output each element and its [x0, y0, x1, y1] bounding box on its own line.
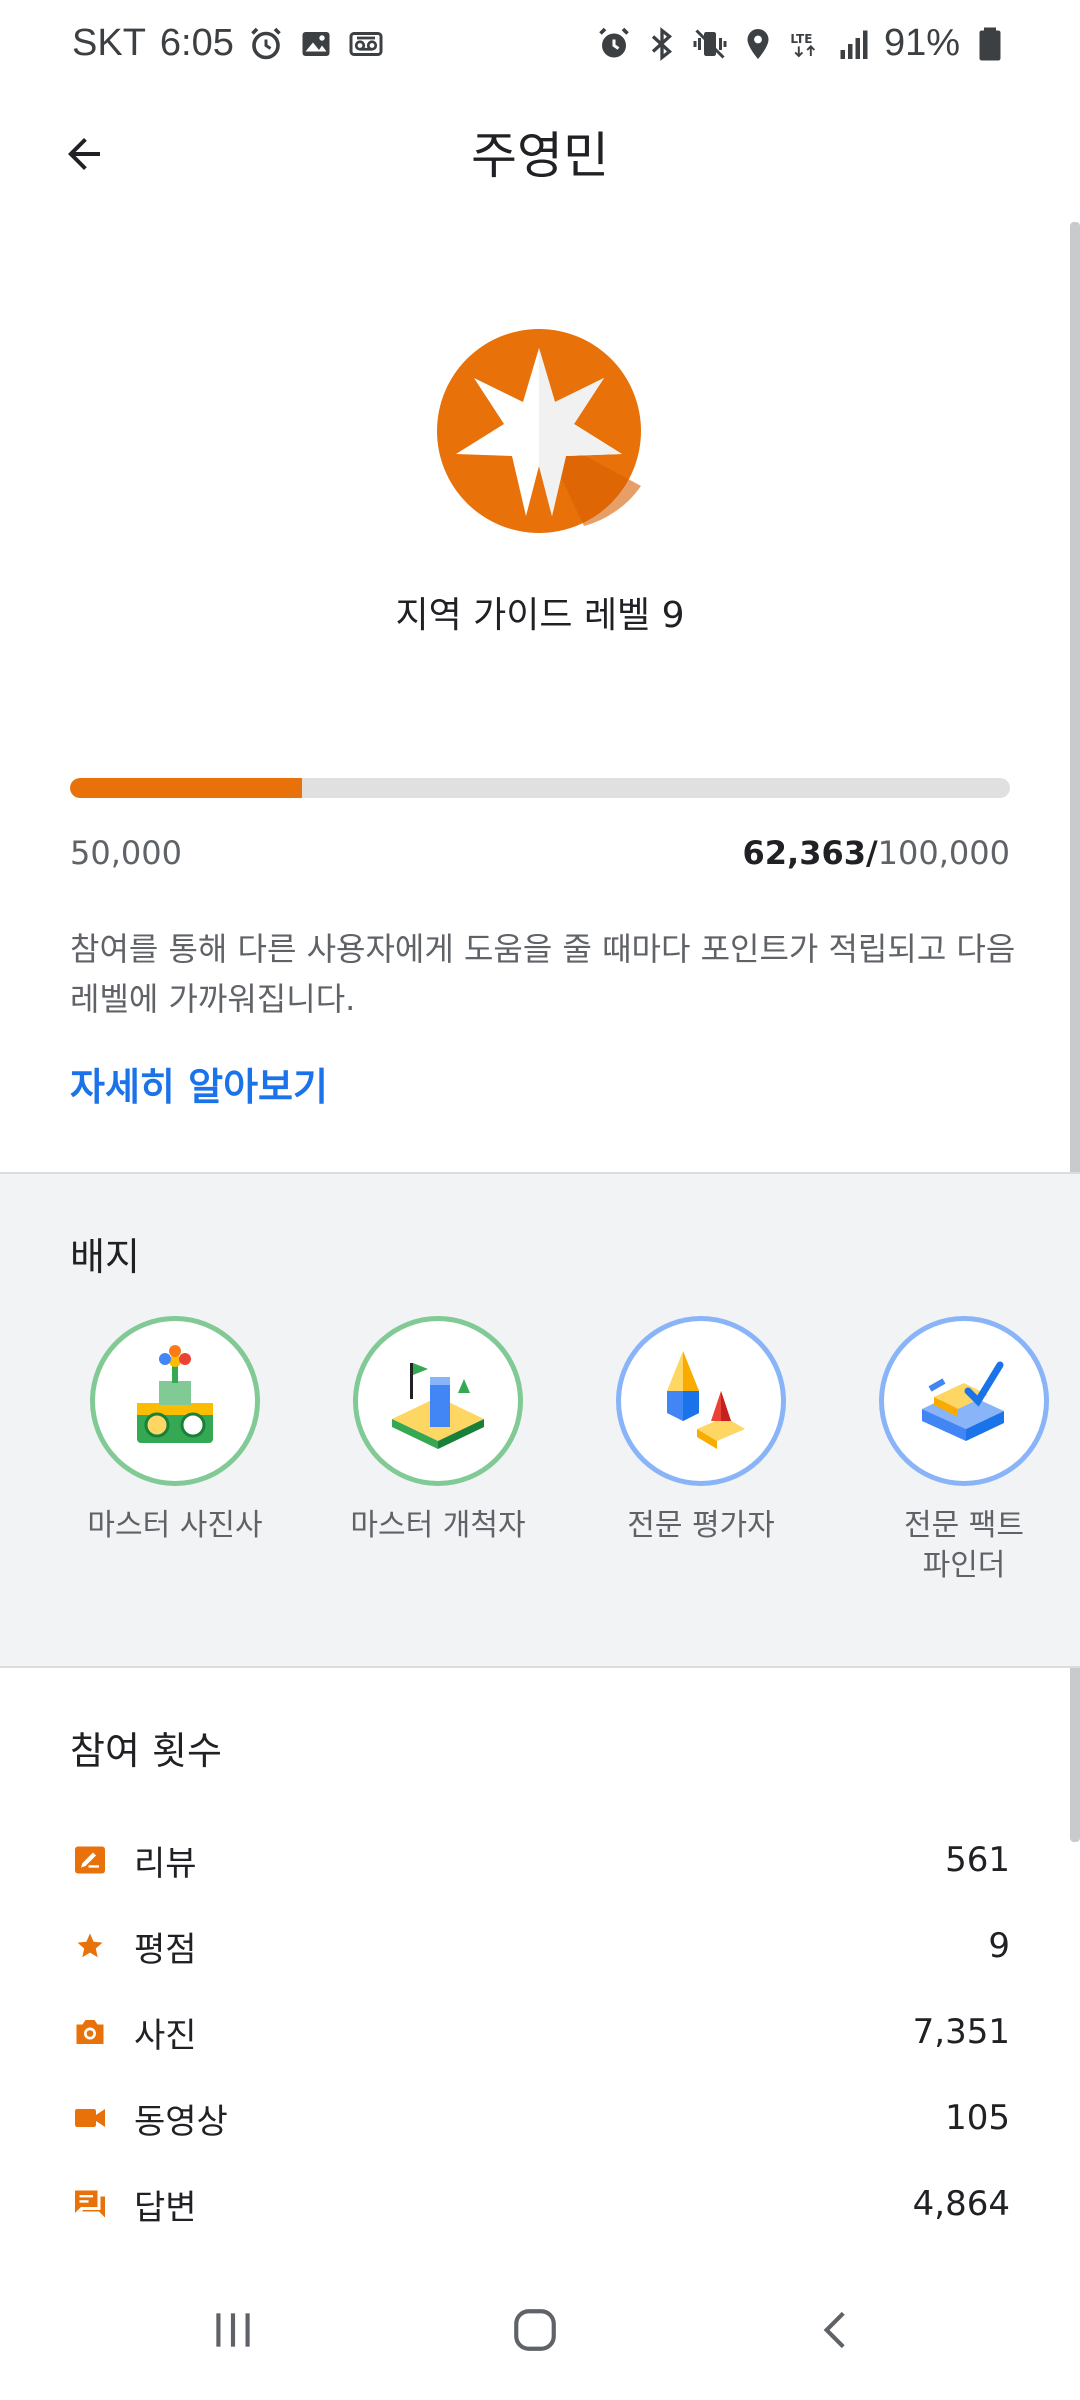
alarm-icon [596, 24, 632, 64]
carrier-label: SKT [72, 22, 146, 64]
pencil-blocks-badge-icon [667, 1351, 745, 1449]
badge-expert-reviewer[interactable]: 전문 평가자 [581, 1316, 821, 1546]
video-icon [70, 2098, 110, 2138]
system-nav-bar [0, 2260, 1080, 2400]
camera-icon [70, 2012, 110, 2052]
location-icon [740, 24, 776, 64]
page-title: 주영민 [471, 127, 609, 185]
contribution-label: 사진 [134, 2015, 197, 2056]
contributions-heading: 참여 횟수 [70, 1729, 222, 1773]
contribution-row-reviews[interactable]: 리뷰 561 [70, 1830, 1010, 1890]
contribution-label: 리뷰 [134, 1843, 197, 1884]
contribution-count: 9 [988, 1926, 1010, 1966]
status-left: SKT 6:05 [72, 22, 384, 65]
review-icon [70, 1840, 110, 1880]
gallery-icon [298, 24, 334, 64]
level-description: 참여를 통해 다른 사용자에게 도움을 줄 때마다 포인트가 적립되고 다음 레… [70, 930, 1016, 1018]
badge-label-line: 전문 팩트 파인더 [904, 1508, 1024, 1583]
recent-apps-icon [216, 2313, 250, 2347]
status-bar: SKT 6:05 LTE 91% [0, 0, 1080, 96]
contribution-count: 4,864 [912, 2184, 1010, 2224]
app-bar: 주영민 [0, 96, 1080, 200]
progress-current: 62,363 [742, 834, 866, 872]
flag-path-badge-icon [392, 1363, 484, 1449]
badge-ring [353, 1316, 523, 1486]
contribution-row-ratings[interactable]: 평점 9 [70, 1916, 1010, 1976]
battery-icon [972, 24, 1008, 64]
vibrate-icon [692, 24, 728, 64]
battery-percent: 91% [883, 22, 960, 64]
level-progress-fill [70, 778, 303, 798]
badge-label: 마스터 사진사 [87, 1508, 263, 1543]
alarm-icon [248, 24, 284, 64]
contribution-count: 7,351 [912, 2012, 1010, 2052]
badge-ring [90, 1316, 260, 1486]
progress-max: 100,000 [877, 834, 1010, 872]
nav-back-button[interactable] [792, 2290, 882, 2370]
lte-icon: LTE [788, 24, 824, 64]
learn-more-link[interactable]: 자세히 알아보기 [70, 1056, 328, 1111]
voicemail-icon [348, 24, 384, 64]
back-icon [823, 2311, 845, 2349]
badge-ring [616, 1316, 786, 1486]
badges-section: 배지 마스터 사진사 마스터 개척자 전문 평가자 전문 팩트 파인더 [0, 1172, 1080, 1668]
badge-label: 전문 팩트 파인더 [844, 1506, 1080, 1586]
clock: 6:05 [159, 22, 234, 64]
contribution-label: 동영상 [134, 2101, 228, 2142]
home-button[interactable] [490, 2290, 580, 2370]
level-progress-bar [70, 778, 1010, 798]
check-blocks-badge-icon [922, 1361, 1004, 1441]
progress-points: 62,363/100,000 [743, 834, 1011, 872]
badge-master-trailblazer[interactable]: 마스터 개척자 [318, 1316, 558, 1546]
star-icon [70, 1926, 110, 1966]
badge-master-photographer[interactable]: 마스터 사진사 [55, 1316, 295, 1546]
contribution-row-photos[interactable]: 사진 7,351 [70, 2002, 1010, 2062]
camera-flower-badge-icon [137, 1345, 213, 1443]
progress-min: 50,000 [70, 834, 182, 872]
status-right: LTE 91% [596, 22, 1008, 65]
badge-ring [879, 1316, 1049, 1486]
star-level-badge-icon [434, 326, 644, 536]
badge-expert-fact-finder[interactable]: 전문 팩트 파인더 [844, 1316, 1080, 1586]
contribution-count: 105 [945, 2098, 1010, 2138]
contribution-label: 평점 [134, 1929, 197, 1970]
progress-separator: / [865, 834, 878, 872]
recent-apps-button[interactable] [188, 2290, 278, 2370]
bluetooth-icon [644, 24, 680, 64]
contribution-row-answers[interactable]: 답변 4,864 [70, 2174, 1010, 2234]
level-title: 지역 가이드 레벨 9 [395, 595, 685, 636]
contribution-label: 답변 [134, 2187, 197, 2228]
badge-label: 마스터 개척자 [350, 1508, 526, 1543]
home-icon [514, 2309, 556, 2351]
badge-label: 전문 평가자 [627, 1508, 775, 1543]
answer-icon [70, 2184, 110, 2224]
badges-heading: 배지 [70, 1235, 140, 1279]
signal-icon [836, 24, 872, 64]
contribution-row-videos[interactable]: 동영상 105 [70, 2088, 1010, 2148]
contribution-count: 561 [945, 1840, 1010, 1880]
lte-label: LTE [790, 31, 812, 45]
